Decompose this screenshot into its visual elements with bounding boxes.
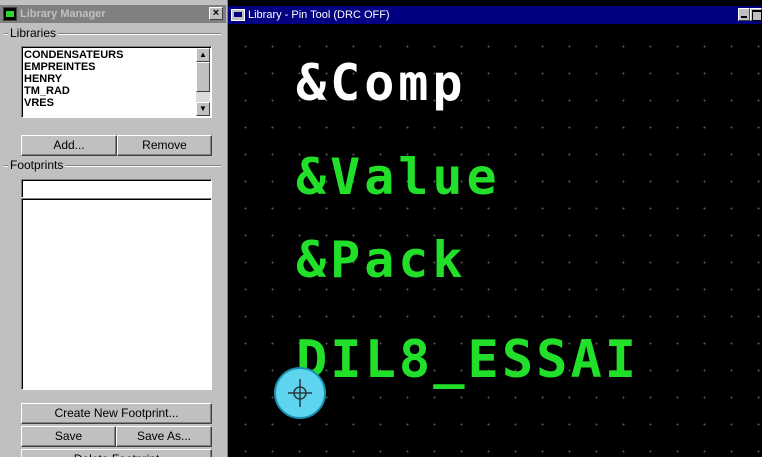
app-icon (3, 7, 17, 21)
pin-tool-titlebar[interactable]: Library - Pin Tool (DRC OFF) (228, 6, 762, 24)
pack-text[interactable]: &Pack (296, 231, 467, 289)
create-footprint-button[interactable]: Create New Footprint... (21, 403, 212, 424)
minimize-icon[interactable] (738, 8, 750, 21)
footprints-list[interactable] (21, 198, 212, 390)
close-button[interactable]: × (209, 7, 223, 20)
pin-tool-window: Library - Pin Tool (DRC OFF) &Comp &Valu… (228, 0, 762, 457)
library-manager-panel: Library Manager × Libraries CONDENSATEUR… (0, 0, 228, 457)
arrow-up-icon[interactable]: ▲ (196, 48, 210, 62)
footprints-label: Footprints (8, 158, 66, 172)
arrow-down-icon[interactable]: ▼ (196, 102, 210, 116)
library-item[interactable]: VRES (24, 97, 195, 109)
maximize-icon[interactable] (750, 8, 762, 21)
libraries-list[interactable]: CONDENSATEURS EMPREINTES HENRY TM_RAD VR… (21, 46, 212, 118)
library-item[interactable]: EMPREINTES (24, 61, 195, 73)
app-icon (231, 9, 245, 21)
comp-text[interactable]: &Comp (296, 54, 467, 112)
value-text[interactable]: &Value (296, 148, 501, 206)
remove-library-button[interactable]: Remove (117, 135, 212, 156)
add-library-button[interactable]: Add... (21, 135, 117, 156)
save-button[interactable]: Save (21, 426, 116, 447)
delete-footprint-button[interactable]: Delete Footprint (21, 449, 212, 457)
save-as-button[interactable]: Save As... (116, 426, 212, 447)
pin-tool-title: Library - Pin Tool (DRC OFF) (248, 9, 390, 21)
footprint-canvas[interactable]: &Comp &Value &Pack DIL8_ESSAI (228, 24, 762, 457)
library-item[interactable]: TM_RAD (24, 85, 195, 97)
libraries-scrollbar[interactable]: ▲ ▼ (196, 48, 210, 116)
libraries-label: Libraries (8, 26, 59, 40)
pin-crosshair-icon[interactable] (274, 367, 326, 419)
library-item[interactable]: CONDENSATEURS (24, 49, 195, 61)
footprint-name-text[interactable]: DIL8_ESSAI (296, 330, 639, 390)
library-manager-title: Library Manager (20, 8, 106, 20)
scroll-thumb[interactable] (196, 62, 210, 92)
library-item[interactable]: HENRY (24, 73, 195, 85)
footprint-search-input[interactable] (21, 179, 212, 198)
library-manager-titlebar[interactable]: Library Manager × (0, 5, 226, 23)
